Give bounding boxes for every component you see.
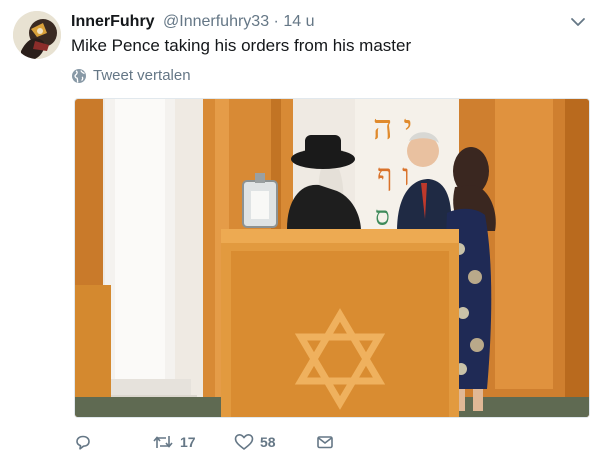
tweet-photo[interactable]: י ה ו ף ע ס bbox=[74, 98, 590, 418]
direct-message-button[interactable] bbox=[316, 434, 346, 450]
like-button[interactable]: 58 bbox=[234, 433, 316, 451]
photo-synagogue-scene: י ה ו ף ע ס bbox=[75, 99, 589, 417]
timestamp[interactable]: 14 u bbox=[283, 13, 314, 30]
envelope-icon bbox=[316, 434, 334, 450]
user-handle[interactable]: @Innerfuhry33 bbox=[163, 13, 269, 30]
separator-dot: · bbox=[273, 13, 279, 30]
svg-text:ו ף: ו ף bbox=[377, 158, 410, 193]
like-count: 58 bbox=[260, 434, 276, 450]
tweet-header: InnerFuhry @Innerfuhry33 · 14 u bbox=[71, 12, 314, 32]
tweet-text: Mike Pence taking his orders from his ma… bbox=[71, 36, 412, 55]
retweet-button[interactable]: 17 bbox=[152, 433, 234, 451]
reply-button[interactable] bbox=[74, 433, 152, 451]
translate-tweet-link[interactable]: Tweet vertalen bbox=[71, 66, 191, 86]
retweet-icon bbox=[152, 433, 174, 451]
globe-icon bbox=[71, 68, 87, 84]
retweet-count: 17 bbox=[180, 434, 196, 450]
avatar[interactable] bbox=[13, 11, 61, 59]
reply-icon bbox=[74, 433, 92, 451]
avatar-image bbox=[13, 11, 61, 59]
heart-icon bbox=[234, 433, 254, 451]
translate-label: Tweet vertalen bbox=[93, 67, 191, 84]
chevron-down-icon[interactable] bbox=[568, 14, 588, 30]
tweet: InnerFuhry @Innerfuhry33 · 14 u Mike Pen… bbox=[0, 0, 595, 463]
svg-text:י ה: י ה bbox=[373, 108, 412, 148]
display-name[interactable]: InnerFuhry bbox=[71, 13, 155, 30]
tweet-actions: 17 58 bbox=[74, 430, 346, 454]
